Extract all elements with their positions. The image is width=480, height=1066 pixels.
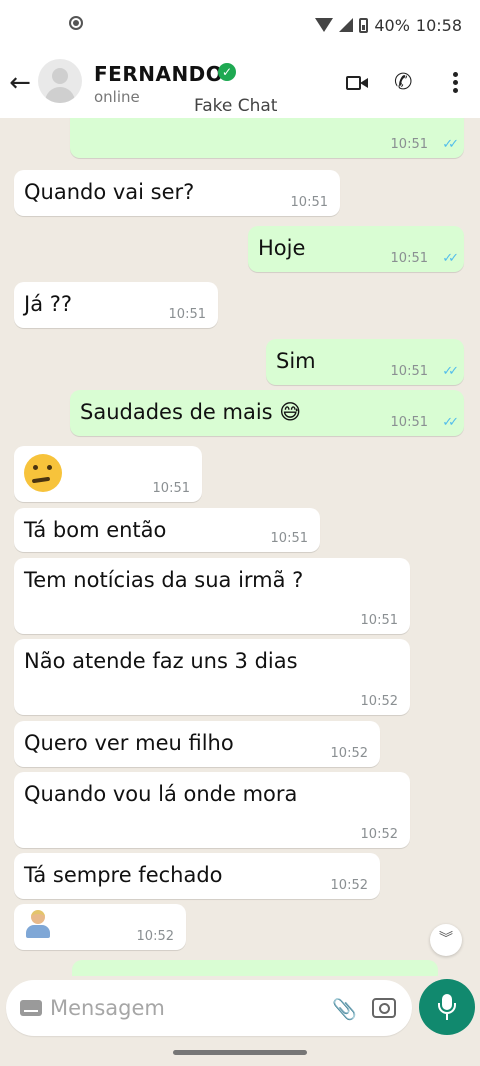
message-time: 10:51 — [290, 195, 328, 210]
video-call-icon[interactable] — [346, 70, 368, 96]
keyboard-icon[interactable] — [20, 1000, 42, 1016]
back-arrow-icon[interactable]: ← — [8, 68, 32, 98]
message-text: Tem notícias da sua irmã ? — [24, 568, 304, 592]
message-bubble[interactable]: Saudades de mais 😅 10:51 ✓✓ — [70, 390, 464, 436]
message-text: Não atende faz uns 3 dias — [24, 649, 298, 673]
message-bubble[interactable]: Tem notícias da sua irmã ? 10:51 — [14, 558, 410, 634]
clock: 10:58 — [415, 15, 462, 35]
thinking-face-emoji — [24, 454, 62, 492]
read-ticks-icon: ✓✓ — [442, 364, 459, 379]
message-time: 10:51 — [360, 613, 398, 628]
message-bubble[interactable]: Tá bom então 10:51 — [14, 508, 320, 552]
location-icon — [69, 16, 83, 30]
message-time: 10:52 — [330, 878, 368, 893]
avatar-head — [52, 68, 68, 84]
mic-base — [446, 1014, 448, 1020]
read-ticks-icon: ✓✓ — [442, 251, 459, 266]
message-bubble[interactable]: 10:51 — [14, 446, 202, 502]
contact-status: online — [94, 88, 140, 106]
more-options-icon[interactable] — [446, 70, 464, 96]
avatar-body — [45, 87, 75, 103]
message-bubble[interactable]: Não atende faz uns 3 dias 10:52 — [14, 639, 410, 715]
message-time: 10:51 — [152, 481, 190, 496]
avatar[interactable] — [38, 59, 82, 103]
status-bar: 40% 10:58 — [0, 0, 480, 50]
message-bubble[interactable]: Quando vai ser? 10:51 — [14, 170, 340, 216]
battery-percent: 40% — [374, 15, 410, 35]
status-right: 40% 10:58 — [315, 14, 462, 36]
contact-name[interactable]: FERNANDO — [94, 62, 223, 86]
phone-call-icon[interactable]: ✆ — [394, 70, 420, 96]
message-text: Já ?? — [24, 292, 73, 316]
mic-stand — [438, 1003, 456, 1014]
message-bubble[interactable]: Sim 10:51 ✓✓ — [266, 339, 464, 385]
emoji-body — [26, 925, 50, 938]
read-ticks-icon: ✓✓ — [442, 415, 459, 430]
message-time: 10:51 — [168, 307, 206, 322]
person-shrugging-emoji — [26, 910, 50, 938]
mic-button[interactable] — [419, 979, 475, 1035]
verified-icon: ✓ — [218, 63, 236, 81]
message-bubble[interactable]: Hoje 10:51 ✓✓ — [248, 226, 464, 272]
message-bubble[interactable]: 10:52 — [14, 904, 186, 950]
message-time: 10:51 — [390, 364, 428, 379]
wifi-icon — [315, 18, 334, 32]
video-cam-lens — [360, 78, 368, 88]
chat-area[interactable]: 10:51 ✓✓ Quando vai ser? 10:51 Hoje 10:5… — [0, 118, 480, 976]
message-time: 10:51 — [390, 251, 428, 266]
video-cam-body — [346, 76, 361, 90]
message-input[interactable]: Mensagem 📎 — [6, 980, 412, 1036]
message-time: 10:51 — [390, 137, 428, 152]
message-time: 10:52 — [360, 694, 398, 709]
message-time: 10:52 — [360, 827, 398, 842]
message-text: Quando vai ser? — [24, 180, 195, 204]
message-bubble[interactable]: Já ?? 10:51 — [14, 282, 218, 328]
message-time: 10:52 — [136, 929, 174, 944]
message-text: Tá bom então — [24, 518, 167, 542]
message-bubble[interactable]: Tá sempre fechado 10:52 — [14, 853, 380, 899]
message-time: 10:52 — [330, 746, 368, 761]
home-indicator[interactable] — [173, 1050, 307, 1055]
message-text: Saudades de mais 😅 — [80, 400, 302, 424]
scroll-down-icon[interactable]: ︾ — [430, 924, 462, 956]
chat-header: ← FERNANDO ✓ online Fake Chat ✆ — [0, 50, 480, 118]
message-time: 10:51 — [390, 415, 428, 430]
message-text: Hoje — [258, 236, 306, 260]
emoji-head — [31, 910, 45, 924]
battery-icon — [359, 17, 369, 33]
camera-icon[interactable] — [372, 998, 396, 1018]
message-bubble[interactable]: 10:51 ✓✓ — [70, 118, 464, 158]
message-placeholder: Mensagem — [50, 996, 165, 1020]
message-bubble[interactable]: Quando vou lá onde mora 10:52 — [14, 772, 410, 848]
partial-message-bubble — [72, 960, 438, 976]
watermark: Fake Chat — [194, 96, 278, 116]
message-text: Quando vou lá onde mora — [24, 782, 298, 806]
signal-icon — [339, 18, 354, 32]
message-text: Quero ver meu filho — [24, 731, 234, 755]
message-text: Tá sempre fechado — [24, 863, 223, 887]
message-bubble[interactable]: Quero ver meu filho 10:52 — [14, 721, 380, 767]
attach-icon[interactable]: 📎 — [332, 998, 357, 1020]
read-ticks-icon: ✓✓ — [442, 137, 459, 152]
message-time: 10:51 — [270, 531, 308, 546]
message-text: Sim — [276, 349, 316, 373]
composer-bar: Mensagem 📎 — [0, 976, 480, 1066]
